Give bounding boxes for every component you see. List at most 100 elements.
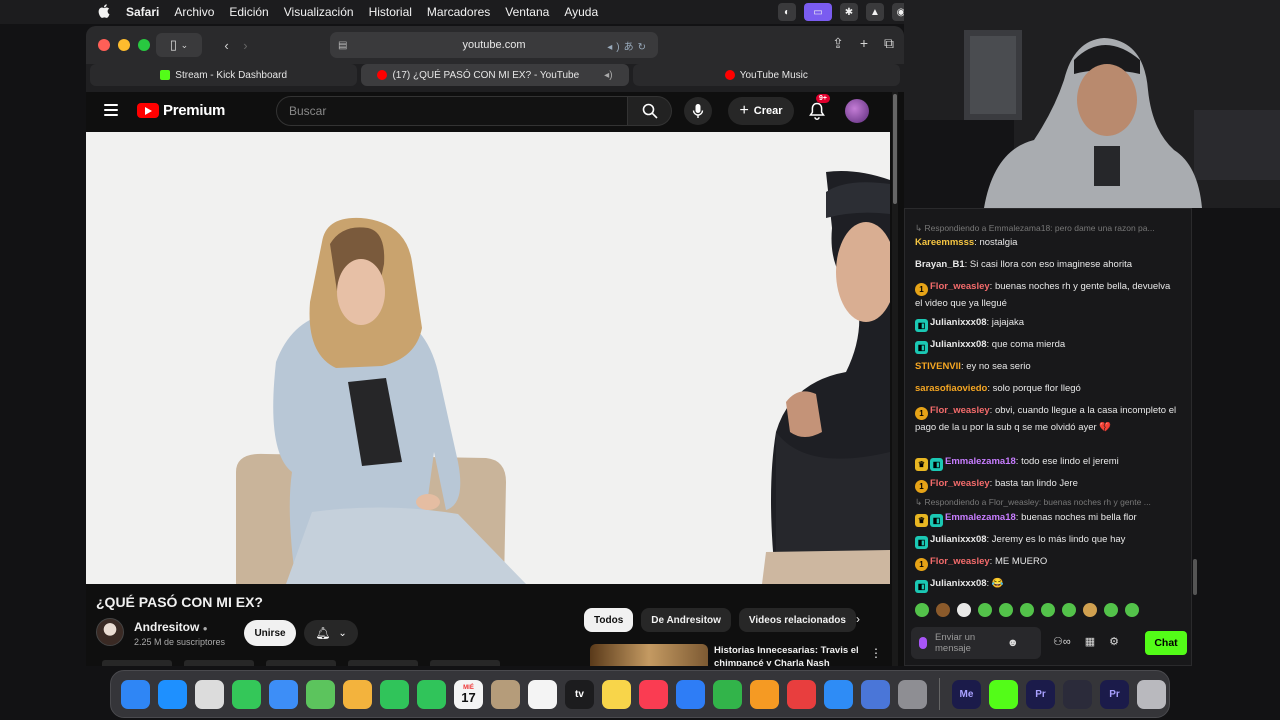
menu-marcadores[interactable]: Marcadores (427, 5, 490, 19)
chat-username[interactable]: Emmalezama18 (945, 456, 1016, 467)
dock-maps-icon[interactable] (306, 679, 335, 709)
chat-username[interactable]: Julianixxx08 (930, 339, 987, 350)
store-icon[interactable]: ▦ (1085, 635, 1095, 648)
back-button[interactable]: ‹ (224, 38, 228, 53)
dock-trash-icon[interactable] (1137, 679, 1166, 709)
chip-de-andresitow[interactable]: De Andresitow (641, 608, 731, 632)
dock-premiere-pro-beta-icon[interactable]: Pr (1100, 679, 1129, 709)
menu-historial[interactable]: Historial (369, 5, 412, 19)
search-button[interactable] (628, 96, 672, 126)
chat-username[interactable]: sarasofiaoviedo (915, 383, 987, 394)
chat-username[interactable]: Flor_weasley (930, 556, 990, 567)
chat-message-input[interactable]: Enviar un mensaje ☻ (911, 627, 1041, 659)
apple-menu-icon[interactable] (98, 3, 112, 21)
emote-icon[interactable] (1125, 603, 1139, 617)
dock-phone-icon[interactable] (417, 679, 446, 709)
channel-avatar[interactable] (96, 618, 124, 646)
menu-archivo[interactable]: Archivo (174, 5, 214, 19)
menu-safari[interactable]: Safari (126, 5, 159, 19)
more-options-icon[interactable]: ⋮ (870, 646, 882, 660)
tab-overview-icon[interactable]: ⧉ (884, 35, 894, 52)
emote-icon[interactable] (1041, 603, 1055, 617)
voice-search-button[interactable] (684, 97, 712, 125)
menu-icon[interactable] (104, 104, 118, 116)
emote-icon[interactable] (978, 603, 992, 617)
dock-numbers-icon[interactable] (713, 679, 742, 709)
emote-icon[interactable] (1083, 603, 1097, 617)
dock-keynote-icon[interactable] (676, 679, 705, 709)
tab-kick-dashboard[interactable]: Stream - Kick Dashboard (90, 64, 358, 86)
dock-pages-icon[interactable] (750, 679, 779, 709)
dock-rocket-icon[interactable] (787, 679, 816, 709)
chat-username[interactable]: Brayan_B1 (915, 259, 965, 270)
dock-iphone-mirroring-icon[interactable] (861, 679, 890, 709)
emote-icon[interactable] (999, 603, 1013, 617)
chip-videos-relacionados[interactable]: Videos relacionados (738, 608, 856, 632)
chat-username[interactable]: Emmalezama18 (945, 512, 1016, 523)
emote-icon[interactable] (1104, 603, 1118, 617)
chat-username[interactable]: Julianixxx08 (930, 578, 987, 589)
zoom-window-button[interactable] (138, 39, 150, 51)
bluetooth-icon[interactable]: ✱ (840, 3, 858, 21)
chat-username[interactable]: Kareemmsss (915, 237, 974, 248)
menu-visualizacion[interactable]: Visualización (284, 5, 354, 19)
tab-youtube-video[interactable]: (17) ¿QUÉ PASÓ CON MI EX? - YouTube ◂) (361, 64, 629, 86)
chat-username[interactable]: STIVENVII (915, 361, 961, 372)
reload-icon[interactable]: ↻ (638, 42, 650, 53)
dock-photos-icon[interactable] (343, 679, 372, 709)
address-bar[interactable]: ▤ youtube.com ◂)あ↻ (330, 32, 658, 58)
dock-mail-icon[interactable] (269, 679, 298, 709)
settings-gear-icon[interactable]: ⚙ (1109, 635, 1119, 648)
subscribed-notifications-button[interactable]: 🔔︎ ⌄ (304, 620, 358, 646)
create-button[interactable]: + Crear (728, 97, 794, 125)
screen-share-icon[interactable]: ▭ (804, 3, 832, 21)
close-window-button[interactable] (98, 39, 110, 51)
emote-icon[interactable] (1020, 603, 1034, 617)
sidebar-toggle-button[interactable]: ▯ ⌄ (156, 33, 202, 57)
dock-calendar-icon[interactable]: MIÉ 17 (454, 679, 483, 709)
forward-button[interactable]: › (243, 38, 247, 53)
dock-reminders-icon[interactable] (528, 679, 557, 709)
video-player[interactable] (86, 132, 890, 584)
share-icon[interactable]: ⇪ (832, 35, 844, 52)
chat-username[interactable]: Flor_weasley (930, 405, 990, 416)
emote-icon[interactable] (957, 603, 971, 617)
dock-facetime-icon[interactable] (380, 679, 409, 709)
chat-username[interactable]: Julianixxx08 (930, 317, 987, 328)
dock-finder-icon[interactable] (121, 679, 150, 709)
dock-safari-icon[interactable] (158, 679, 187, 709)
speaker-icon[interactable]: ◂) (604, 70, 612, 81)
translate-icon[interactable]: あ (624, 42, 638, 53)
users-icon[interactable]: ⚇∞ (1053, 635, 1071, 648)
chips-next-icon[interactable]: › (856, 612, 860, 626)
creative-cloud-icon[interactable]: ◐ (778, 3, 796, 21)
emote-icon[interactable] (915, 603, 929, 617)
tab-youtube-music[interactable]: YouTube Music (632, 64, 900, 86)
emote-icon[interactable] (1062, 603, 1076, 617)
menu-edicion[interactable]: Edición (229, 5, 268, 19)
notifications-button[interactable] (806, 100, 828, 122)
channel-name[interactable]: Andresitow ● (134, 620, 208, 634)
chat-username[interactable]: Flor_weasley (930, 281, 990, 292)
menu-ventana[interactable]: Ventana (505, 5, 549, 19)
dock-notes-icon[interactable] (602, 679, 631, 709)
chip-todos[interactable]: Todos (584, 608, 634, 632)
emoji-icon[interactable]: ☻ (1007, 637, 1019, 649)
emote-icon[interactable] (936, 603, 950, 617)
search-input[interactable]: Buscar (276, 96, 628, 126)
send-chat-button[interactable]: Chat (1145, 631, 1187, 655)
dock-messages-icon[interactable] (232, 679, 261, 709)
related-video-thumbnail[interactable] (590, 644, 708, 666)
new-tab-icon[interactable]: + (860, 35, 868, 52)
cleaner-icon[interactable]: ▲ (866, 3, 884, 21)
join-button[interactable]: Unirse (244, 620, 296, 646)
dock-premiere-icon[interactable]: Pr (1026, 679, 1055, 709)
chat-username[interactable]: Julianixxx08 (930, 534, 987, 545)
dock-system-settings-icon[interactable] (898, 679, 927, 709)
dock-music-icon[interactable] (639, 679, 668, 709)
minimize-window-button[interactable] (118, 39, 130, 51)
menu-ayuda[interactable]: Ayuda (564, 5, 598, 19)
page-scrollbar[interactable] (892, 92, 898, 666)
microphone-icon[interactable] (919, 637, 927, 649)
page-menu-icon[interactable]: ▤ (338, 40, 347, 51)
